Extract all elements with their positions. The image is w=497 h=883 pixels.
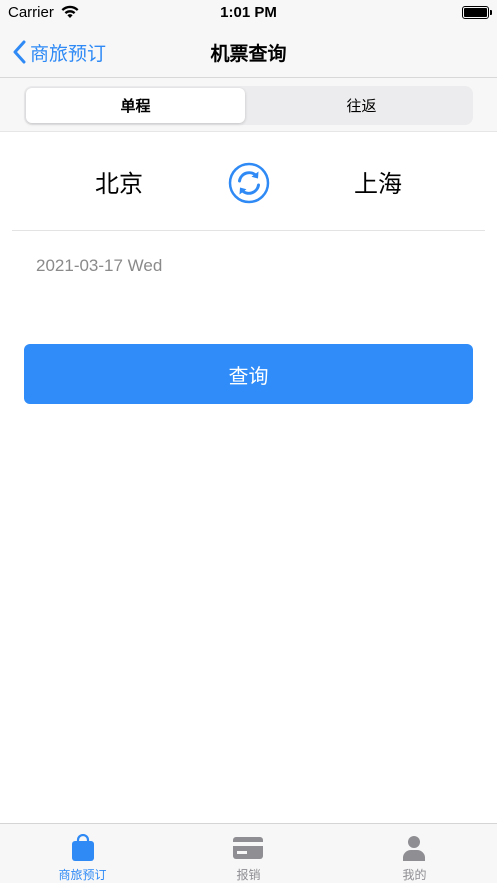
- tab-label: 我的: [402, 868, 427, 882]
- departure-date[interactable]: 2021-03-17 Wed: [36, 256, 162, 276]
- tab-label: 报销: [236, 868, 261, 882]
- trip-type-segmented-control: 单程 往返: [24, 86, 473, 125]
- segment-one-way[interactable]: 单程: [26, 88, 245, 123]
- swap-cities-button[interactable]: [228, 162, 270, 204]
- tab-travel-booking[interactable]: 商旅预订: [0, 824, 165, 883]
- bag-icon: [72, 834, 94, 861]
- arrival-city[interactable]: 上海: [354, 164, 402, 199]
- tab-reimbursement[interactable]: 报销: [166, 824, 331, 883]
- segment-round-trip[interactable]: 往返: [252, 88, 471, 123]
- status-bar: Carrier 1:01 PM: [0, 0, 497, 26]
- tab-label: 商旅预订: [58, 868, 107, 882]
- battery-icon: [462, 6, 492, 19]
- person-icon: [403, 836, 425, 861]
- tab-bar: 商旅预订 报销 我的: [0, 823, 497, 883]
- divider: [12, 230, 485, 231]
- search-button[interactable]: 查询: [24, 344, 473, 404]
- navigation-bar: 商旅预订 机票查询: [0, 26, 497, 78]
- tab-profile[interactable]: 我的: [332, 824, 497, 883]
- departure-city[interactable]: 北京: [95, 164, 143, 199]
- route-row: 北京 上海: [0, 132, 497, 230]
- trip-type-area: 单程 往返: [0, 78, 497, 132]
- clock-time: 1:01 PM: [220, 4, 277, 21]
- page-title: 机票查询: [210, 43, 287, 65]
- swap-icon: [228, 162, 270, 204]
- card-icon: [233, 837, 263, 859]
